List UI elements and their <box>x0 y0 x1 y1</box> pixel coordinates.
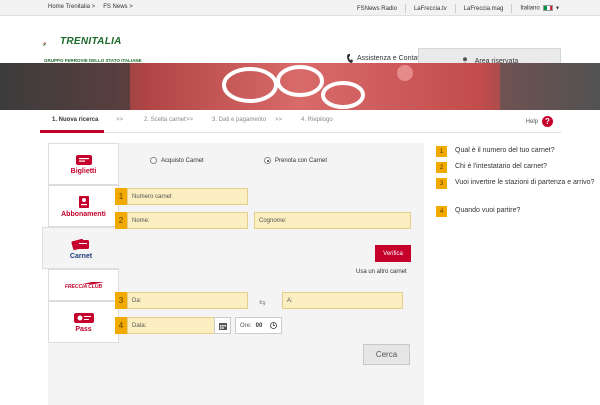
step-choose-carnet: 2. Scelta carnet <box>144 117 186 123</box>
divider <box>404 4 406 13</box>
carnet-number-input[interactable]: Numero carnet <box>127 188 248 205</box>
step-number-badge: 4 <box>115 317 127 334</box>
faq-number-badge: 1 <box>436 146 447 157</box>
faq-question: Qual è il numero del tuo carnet? <box>455 147 555 154</box>
fs-news-link[interactable]: FS News > <box>103 4 133 10</box>
verify-button[interactable]: Verifica <box>375 245 411 262</box>
departure-station-input[interactable]: Da: <box>127 292 248 309</box>
lafreccia-mag-link[interactable]: LaFreccia.mag <box>464 6 504 12</box>
radio-prenota-con-carnet[interactable]: Prenota con Carnet <box>264 157 327 164</box>
divider <box>511 4 513 13</box>
step-number-badge: 3 <box>115 292 127 309</box>
search-button[interactable]: Cerca <box>363 344 410 365</box>
frecciaclub-logo-text: FRECCIA CLUB <box>62 284 105 290</box>
faq-item[interactable]: 2 Chi è l'intestatario del carnet? <box>436 162 595 173</box>
step-separator: >> <box>275 117 283 123</box>
chevron-down-icon: ▼ <box>555 5 560 12</box>
faq-question: Chi è l'intestatario del carnet? <box>455 163 547 170</box>
radio-label: Prenota con Carnet <box>275 157 328 164</box>
italian-flag-icon <box>543 5 554 12</box>
first-name-input[interactable]: Nome: <box>127 212 248 229</box>
calendar-button[interactable] <box>214 317 231 334</box>
sidebar-item-pass[interactable]: Pass <box>48 301 119 343</box>
time-selector[interactable]: Ore: 00 <box>235 317 282 334</box>
faq-question: Vuoi invertire le stazioni di partenza e… <box>455 179 595 186</box>
faq-item[interactable]: 1 Qual è il numero del tuo carnet? <box>436 146 595 157</box>
carnet-icon <box>71 238 89 250</box>
pass-ticket-icon <box>73 313 94 323</box>
help-label: Help <box>525 118 538 125</box>
help-icon: ? <box>542 116 553 127</box>
help-link[interactable]: Help ? <box>526 116 553 127</box>
radio-button[interactable] <box>150 157 157 164</box>
step-summary: 4. Riepilogo <box>301 117 333 123</box>
sidebar-item-abbonamenti[interactable]: Abbonamenti <box>48 185 119 227</box>
faq-number-badge: 4 <box>436 206 447 217</box>
radio-label: Acquisto Carnet <box>161 157 204 164</box>
time-value: 00 <box>255 322 263 329</box>
step-separator: >> <box>116 117 124 123</box>
sidebar-item-label: Biglietti <box>70 167 97 175</box>
pass-icon <box>78 195 89 208</box>
clock-icon <box>270 322 278 329</box>
hero-banner-image <box>0 63 600 110</box>
home-trenitalia-link[interactable]: Home Trenitalia > <box>48 4 95 10</box>
phone-icon <box>347 54 353 63</box>
sidebar-item-label: Pass <box>75 326 92 333</box>
swap-stations-icon[interactable]: ⇆ <box>259 298 266 307</box>
arrival-station-input[interactable]: A: <box>282 292 403 309</box>
sidebar-item-label: Carnet <box>69 252 93 260</box>
faq-item[interactable]: 4 Quando vuoi partire? <box>436 206 595 217</box>
ticket-icon <box>75 154 92 165</box>
last-name-input[interactable]: Cognome: <box>254 212 411 229</box>
lafreccia-tv-link[interactable]: LaFreccia.tv <box>414 6 447 12</box>
radio-acquisto-carnet[interactable]: Acquisto Carnet <box>150 157 204 164</box>
step-new-search[interactable]: 1. Nuova ricerca <box>52 117 98 123</box>
fsnews-radio-link[interactable]: FSNews Radio <box>357 6 397 12</box>
divider <box>454 4 456 13</box>
faq-question: Quando vuoi partire? <box>455 207 521 214</box>
radio-button[interactable] <box>264 157 271 164</box>
time-label: Ore: <box>240 322 252 329</box>
step-number-badge: 2 <box>115 212 127 229</box>
language-label: Italiano <box>520 5 540 12</box>
assistance-label: Assistenza e Contatti <box>357 55 423 62</box>
site-header: TRENITALIA GRUPPO FERROVIE DELLO STATO I… <box>0 16 600 74</box>
active-step-indicator <box>40 130 104 133</box>
faq-number-badge: 3 <box>436 178 447 189</box>
other-carnet-link[interactable]: Usa un altro carnet <box>356 269 407 275</box>
faq-item[interactable]: 3 Vuoi invertire le stazioni di partenza… <box>436 178 595 189</box>
step-separator: >> <box>186 117 194 123</box>
sidebar-item-carnet[interactable]: Carnet <box>42 227 119 269</box>
search-form-panel: Biglietti Abbonamenti Carnet FRECCIA CLU… <box>42 143 424 405</box>
top-utility-bar: Home Trenitalia > FS News > FSNews Radio… <box>0 0 600 16</box>
sidebar-item-label: Abbonamenti <box>61 210 106 218</box>
sidebar-item-frecciaclub[interactable]: FRECCIA CLUB <box>48 269 119 301</box>
faq-number-badge: 2 <box>436 162 447 173</box>
calendar-icon <box>218 322 227 330</box>
language-selector[interactable]: Italiano ▼ <box>520 5 560 12</box>
step-number-badge: 1 <box>115 188 127 205</box>
trenitalia-logo-icon[interactable] <box>42 34 62 56</box>
assistance-link[interactable]: Assistenza e Contatti <box>347 54 423 63</box>
brand-name: TRENITALIA <box>60 36 122 47</box>
step-data-payment: 3. Dati e pagamento <box>212 117 267 123</box>
booking-steps: 1. Nuova ricerca >> 2. Scelta carnet >> … <box>40 110 561 133</box>
sidebar-item-biglietti[interactable]: Biglietti <box>48 143 119 185</box>
